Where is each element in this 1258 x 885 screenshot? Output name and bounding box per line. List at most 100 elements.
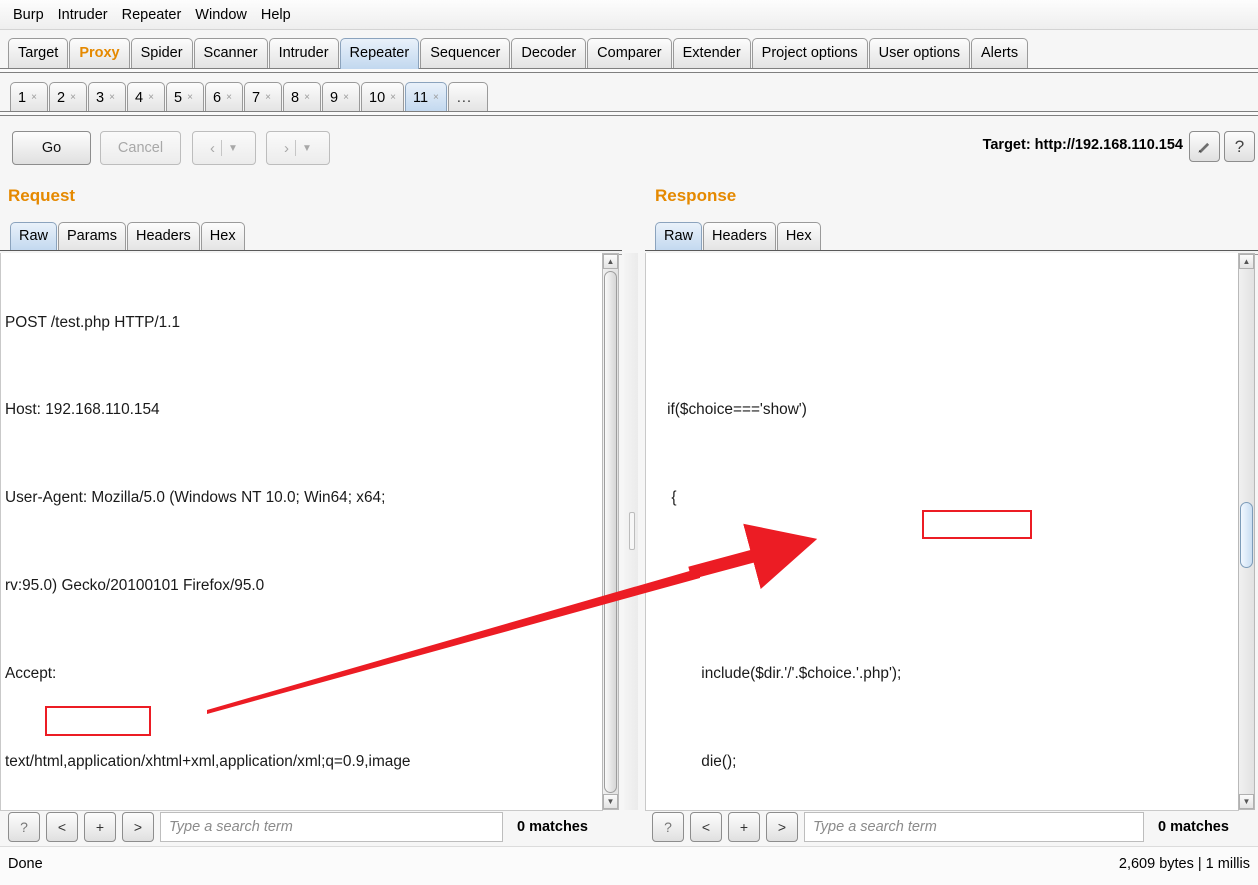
repeater-toolbar: Go Cancel ‹ ▼ › ▼ Target: http://192.168… xyxy=(0,118,1258,180)
repeater-tab-8[interactable]: 8 × xyxy=(283,82,321,112)
go-button[interactable]: Go xyxy=(12,131,91,165)
response-search-add-button[interactable]: + xyxy=(728,812,760,842)
repeater-tab-11[interactable]: 11 × xyxy=(404,82,447,112)
scroll-up-icon[interactable]: ▲ xyxy=(1239,254,1254,269)
close-icon[interactable]: × xyxy=(109,92,115,103)
splitter-grip[interactable] xyxy=(629,512,635,550)
repeater-tab-1[interactable]: 1 × xyxy=(10,82,48,112)
scroll-thumb[interactable] xyxy=(604,271,617,793)
request-search-input[interactable]: Type a search term xyxy=(160,812,503,842)
back-button[interactable]: ‹ ▼ xyxy=(192,131,256,165)
response-tab-headers[interactable]: Headers xyxy=(703,222,776,251)
repeater-tab-overflow[interactable]: ... xyxy=(447,82,488,112)
tab-proxy[interactable]: Proxy xyxy=(69,38,130,69)
request-search-add-button[interactable]: + xyxy=(84,812,116,842)
help-icon[interactable]: ? xyxy=(1224,131,1255,162)
request-tab-params[interactable]: Params xyxy=(58,222,126,251)
tab-user-options[interactable]: User options xyxy=(868,38,970,69)
tab-project-options[interactable]: Project options xyxy=(751,38,868,69)
response-line xyxy=(650,571,1061,600)
request-match-count: 0 matches xyxy=(517,819,588,835)
response-text: if($choice==='show') { include($dir.'/'.… xyxy=(650,253,1061,810)
repeater-tab-7[interactable]: 7 × xyxy=(244,82,282,112)
tab-comparer[interactable]: Comparer xyxy=(587,38,672,69)
request-subtab-bar: Raw Params Headers Hex xyxy=(10,222,246,251)
menu-item-window[interactable]: Window xyxy=(188,5,254,25)
repeater-tab-label: 7 xyxy=(252,89,261,106)
menu-bar: Burp Intruder Repeater Window Help xyxy=(0,0,1258,30)
close-icon[interactable]: × xyxy=(390,92,396,103)
request-line: Host: 192.168.110.154 xyxy=(5,401,160,419)
menu-item-burp[interactable]: Burp xyxy=(6,5,51,25)
tab-target[interactable]: Target xyxy=(8,38,69,69)
tab-decoder[interactable]: Decoder xyxy=(511,38,587,69)
close-icon[interactable]: × xyxy=(70,92,76,103)
scroll-thumb[interactable] xyxy=(1240,502,1253,568)
tab-spider[interactable]: Spider xyxy=(130,38,193,69)
cancel-button[interactable]: Cancel xyxy=(100,131,181,165)
response-line: die(); xyxy=(650,753,737,771)
repeater-tab-6[interactable]: 6 × xyxy=(205,82,243,112)
menu-item-intruder[interactable]: Intruder xyxy=(51,5,115,25)
close-icon[interactable]: × xyxy=(31,92,37,103)
close-icon[interactable]: × xyxy=(187,92,193,103)
request-raw-editor[interactable]: POST /test.php HTTP/1.1 Host: 192.168.11… xyxy=(0,253,603,811)
close-icon[interactable]: × xyxy=(433,92,439,103)
burp-suite-window: Burp Intruder Repeater Window Help Targe… xyxy=(0,0,1258,885)
request-vertical-scrollbar[interactable]: ▲ ▼ xyxy=(602,253,619,810)
pencil-icon[interactable] xyxy=(1189,131,1220,162)
repeater-tab-5[interactable]: 5 × xyxy=(166,82,204,112)
response-tab-hex[interactable]: Hex xyxy=(776,222,821,251)
repeater-tab-bar: 1 × 2 × 3 × 4 × 5 × 6 × 7 × 8 × 9 × 10 ×… xyxy=(0,76,1258,112)
request-search-next-button[interactable]: > xyxy=(122,812,154,842)
close-icon[interactable]: × xyxy=(148,92,154,103)
menu-item-help[interactable]: Help xyxy=(254,5,298,25)
scroll-up-icon[interactable]: ▲ xyxy=(603,254,618,269)
request-line: rv:95.0) Gecko/20100101 Firefox/95.0 xyxy=(5,577,265,595)
response-raw-editor[interactable]: if($choice==='show') { include($dir.'/'.… xyxy=(645,253,1239,811)
repeater-tab-4[interactable]: 4 × xyxy=(127,82,165,112)
tab-intruder[interactable]: Intruder xyxy=(268,38,339,69)
close-icon[interactable]: × xyxy=(304,92,310,103)
repeater-tab-10[interactable]: 10 × xyxy=(361,82,404,112)
request-line: Accept: xyxy=(5,665,57,683)
repeater-tab-9[interactable]: 9 × xyxy=(322,82,360,112)
request-panel-title: Request xyxy=(8,186,76,205)
response-tab-raw[interactable]: Raw xyxy=(655,222,703,251)
response-search-next-button[interactable]: > xyxy=(766,812,798,842)
repeater-tab-2[interactable]: 2 × xyxy=(49,82,87,112)
tab-sequencer[interactable]: Sequencer xyxy=(420,38,511,69)
chevron-left-icon: ‹ ▼ xyxy=(210,140,238,157)
target-label: Target: http://192.168.110.154 xyxy=(982,137,1183,153)
chevron-down-icon: ▼ xyxy=(228,142,238,154)
tab-extender[interactable]: Extender xyxy=(672,38,751,69)
tab-alerts[interactable]: Alerts xyxy=(971,38,1029,69)
status-bar: Done 2,609 bytes | 1 millis xyxy=(0,846,1258,885)
request-search-help-icon[interactable]: ? xyxy=(8,812,40,842)
response-search-prev-button[interactable]: < xyxy=(690,812,722,842)
close-icon[interactable]: × xyxy=(226,92,232,103)
menu-item-repeater[interactable]: Repeater xyxy=(115,5,189,25)
forward-button[interactable]: › ▼ xyxy=(266,131,330,165)
response-panel-title: Response xyxy=(655,186,737,205)
repeater-tab-3[interactable]: 3 × xyxy=(88,82,126,112)
main-tab-underline xyxy=(0,68,1258,73)
response-search-help-icon[interactable]: ? xyxy=(652,812,684,842)
scroll-down-icon[interactable]: ▼ xyxy=(1239,794,1254,809)
scroll-down-icon[interactable]: ▼ xyxy=(603,794,618,809)
request-tab-hex[interactable]: Hex xyxy=(200,222,245,251)
repeater-tab-label: 11 xyxy=(412,89,429,106)
repeater-tab-label: 5 xyxy=(174,89,183,106)
request-tab-headers[interactable]: Headers xyxy=(126,222,200,251)
tab-repeater[interactable]: Repeater xyxy=(339,38,420,69)
close-icon[interactable]: × xyxy=(343,92,349,103)
close-icon[interactable]: × xyxy=(265,92,271,103)
request-search-prev-button[interactable]: < xyxy=(46,812,78,842)
response-search-input[interactable]: Type a search term xyxy=(804,812,1144,842)
response-vertical-scrollbar[interactable]: ▲ ▼ xyxy=(1238,253,1255,810)
tab-scanner[interactable]: Scanner xyxy=(193,38,268,69)
request-tab-raw[interactable]: Raw xyxy=(10,222,58,251)
response-line: include($dir.'/'.$choice.'.php'); xyxy=(650,665,902,683)
main-tab-bar: Target Proxy Spider Scanner Intruder Rep… xyxy=(0,33,1258,69)
response-line xyxy=(650,308,1061,337)
